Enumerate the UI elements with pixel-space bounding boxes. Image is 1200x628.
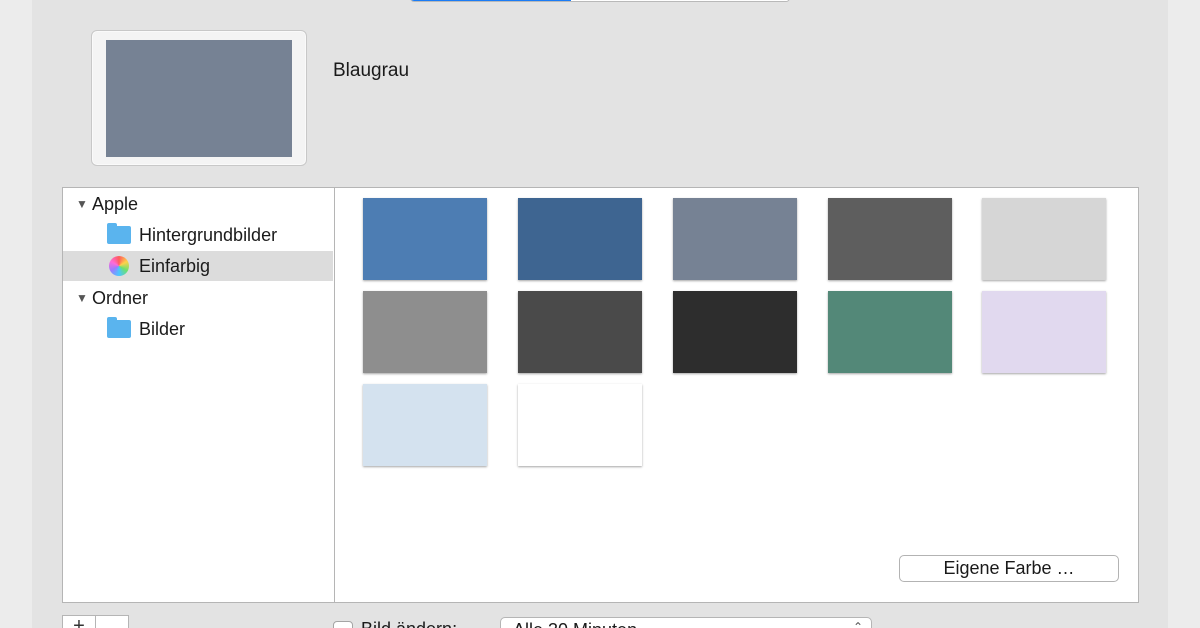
color-grid xyxy=(334,187,1139,603)
color-swatch[interactable] xyxy=(982,291,1106,373)
tree-group-label: Ordner xyxy=(92,287,149,308)
tree-item-hintergrundbilder[interactable]: Hintergrundbilder xyxy=(63,220,333,250)
color-swatch[interactable] xyxy=(982,198,1106,280)
preview-name: Blaugrau xyxy=(333,60,410,81)
segment-desktop[interactable] xyxy=(411,0,571,1)
interval-select[interactable]: Alle 30 Minuten ⌃ xyxy=(500,617,872,628)
color-swatch[interactable] xyxy=(363,198,487,280)
tree-group-label: Apple xyxy=(92,193,139,214)
folder-icon xyxy=(107,223,131,244)
add-folder-button[interactable]: + xyxy=(62,615,96,628)
tree-item-einfarbig[interactable]: Einfarbig xyxy=(63,251,333,281)
color-swatch[interactable] xyxy=(673,198,797,280)
folder-icon xyxy=(107,317,131,338)
tree-item-bilder[interactable]: Bilder xyxy=(63,314,333,344)
chevron-updown-icon: ⌃ xyxy=(852,620,863,628)
tree-item-label: Hintergrundbilder xyxy=(139,224,278,245)
tree-item-label: Einfarbig xyxy=(139,255,211,276)
segment-screensaver[interactable] xyxy=(571,0,789,1)
color-swatch[interactable] xyxy=(518,291,642,373)
change-picture-label: Bild ändern: xyxy=(361,619,457,628)
color-swatch[interactable] xyxy=(828,291,952,373)
color-swatch[interactable] xyxy=(828,198,952,280)
color-swatch[interactable] xyxy=(363,384,487,466)
custom-color-button[interactable]: Eigene Farbe … xyxy=(899,555,1119,582)
disclosure-triangle-icon[interactable]: ▼ xyxy=(76,197,88,211)
color-swatch[interactable] xyxy=(363,291,487,373)
tree-group-ordner[interactable]: ▼ Ordner xyxy=(63,283,333,313)
tree-item-label: Bilder xyxy=(139,318,186,339)
source-list: ▼ Apple Hintergrundbilder Einfarbig ▼ Or… xyxy=(62,187,334,603)
change-picture-checkbox[interactable] xyxy=(333,621,353,628)
color-swatch[interactable] xyxy=(518,198,642,280)
preview-swatch xyxy=(106,40,292,157)
segmented-control[interactable] xyxy=(410,0,790,2)
remove-folder-button[interactable] xyxy=(95,615,129,628)
color-swatch[interactable] xyxy=(673,291,797,373)
tree-group-apple[interactable]: ▼ Apple xyxy=(63,189,333,219)
color-swatch[interactable] xyxy=(518,384,642,466)
color-wheel-icon xyxy=(109,256,129,276)
interval-value: Alle 30 Minuten xyxy=(513,620,637,628)
wallpaper-preview xyxy=(91,30,307,166)
disclosure-triangle-icon[interactable]: ▼ xyxy=(76,291,88,305)
